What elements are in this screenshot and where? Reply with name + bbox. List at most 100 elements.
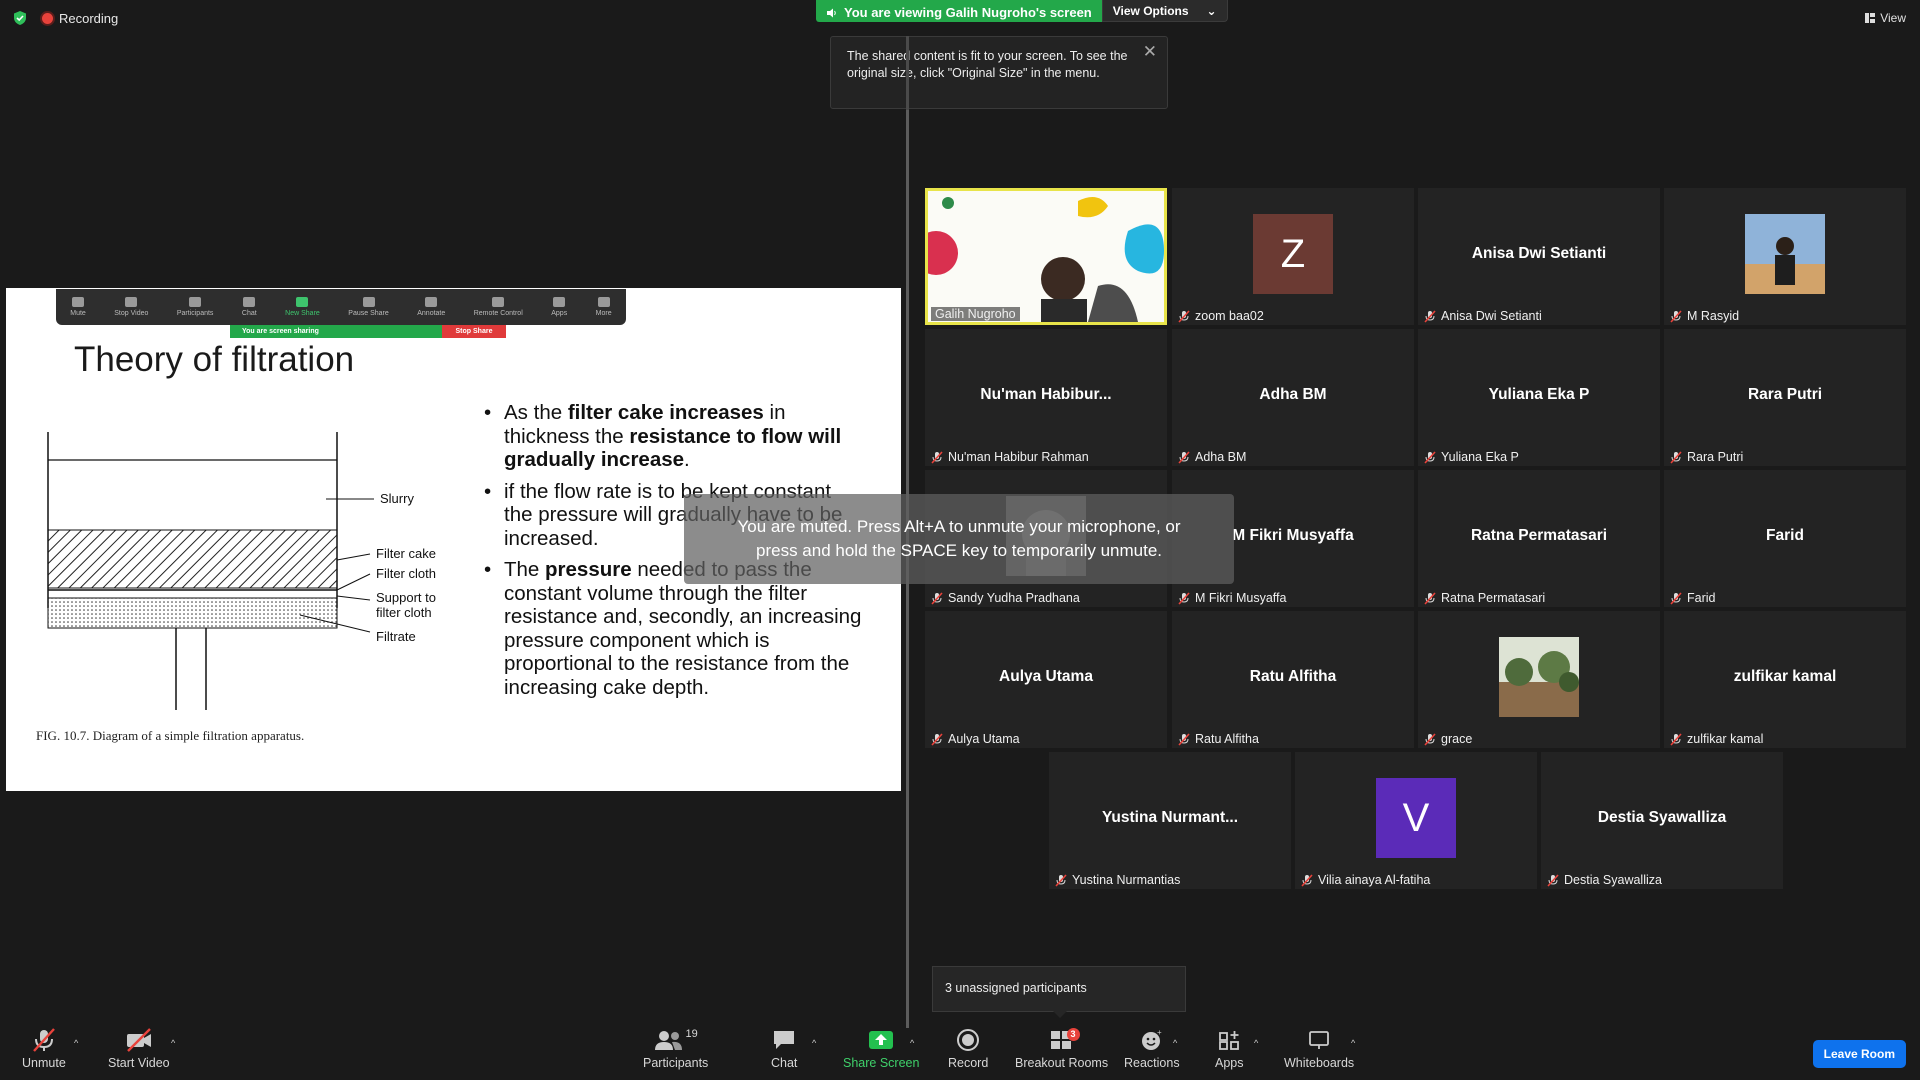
slurry-label: Slurry (380, 491, 414, 506)
mini-chat: Chat (242, 297, 257, 317)
mini-new-share: New Share (285, 297, 320, 317)
apps-button[interactable]: Apps (1215, 1028, 1244, 1070)
view-options-label: View Options (1112, 3, 1189, 18)
participant-tile[interactable]: Anisa Dwi Setianti Anisa Dwi Setianti (1418, 188, 1660, 325)
mic-muted-icon (1178, 732, 1190, 746)
splitter-top (906, 36, 909, 110)
participant-display-name: Aulya Utama (999, 668, 1093, 685)
mini-sharing-text: You are screen sharing (242, 328, 319, 335)
participant-tile[interactable]: Zzoom baa02 (1172, 188, 1414, 325)
mini-sharing-indicator: You are screen sharing (230, 325, 442, 338)
mini-label: Apps (551, 310, 568, 317)
apps-options-caret[interactable]: ^ (1254, 1038, 1258, 1048)
camera-icon (125, 297, 138, 307)
participant-name-label: Sandy Yudha Pradhana (931, 591, 1080, 605)
participant-tile[interactable]: Rara Putri Rara Putri (1664, 329, 1906, 466)
participant-name: Aulya Utama (948, 732, 1020, 746)
participant-tile[interactable]: Ratna Permatasari Ratna Permatasari (1418, 470, 1660, 607)
participant-tile[interactable]: Yuliana Eka P Yuliana Eka P (1418, 329, 1660, 466)
chat-icon (774, 1031, 795, 1049)
participant-tile[interactable]: Ratu Alfitha Ratu Alfitha (1172, 611, 1414, 748)
participants-label: Participants (643, 1056, 709, 1070)
mini-pause-share: Pause Share (348, 297, 389, 317)
mini-label: Participants (176, 310, 214, 317)
whiteboards-label: Whiteboards (1284, 1056, 1355, 1070)
unmute-label: Unmute (22, 1056, 66, 1070)
participant-tile[interactable]: Nu'man Habibur... Nu'man Habibur Rahman (925, 329, 1167, 466)
participant-name-label: zoom baa02 (1178, 309, 1264, 323)
filtrate-label: Filtrate (376, 629, 416, 644)
unassigned-participants-tooltip[interactable]: 3 unassigned participants (932, 966, 1186, 1018)
mic-muted-icon (1670, 591, 1682, 605)
svg-text:+: + (1157, 1028, 1162, 1037)
participant-name: zoom baa02 (1195, 309, 1264, 323)
mic-muted-icon (1055, 873, 1067, 887)
b3-text: The (504, 558, 546, 581)
figure-caption: FIG. 10.7. Diagram of a simple filtratio… (36, 728, 305, 743)
pause-icon (362, 297, 375, 307)
mini-label: Stop Video (114, 310, 149, 317)
recording-label: Recording (59, 10, 119, 26)
video-options-caret[interactable]: ^ (171, 1038, 175, 1048)
mic-muted-icon (33, 1028, 55, 1052)
record-button[interactable]: Record (948, 1028, 988, 1070)
share-screen-icon (869, 1031, 894, 1049)
participant-display-name: Ratu Alfitha (1249, 668, 1337, 685)
participant-tile[interactable]: grace (1418, 611, 1660, 748)
participant-tile[interactable]: Destia Syawalliza Destia Syawalliza (1541, 752, 1783, 889)
video-off-icon (126, 1028, 151, 1052)
participant-name: grace (1441, 732, 1473, 746)
breakout-rooms-button[interactable]: 3 Breakout Rooms (1015, 1028, 1108, 1070)
participant-display-name: Rara Putri (1747, 386, 1823, 403)
participant-tile[interactable]: M Rasyid (1664, 188, 1906, 325)
participant-name: Rara Putri (1687, 450, 1744, 464)
reactions-button[interactable]: + Reactions (1124, 1028, 1180, 1070)
participant-tile[interactable]: zulfikar kamal zulfikar kamal (1664, 611, 1906, 748)
mic-muted-icon (1670, 309, 1682, 323)
avatar: V (1376, 778, 1456, 858)
participant-name: Sandy Yudha Pradhana (948, 591, 1080, 605)
leave-room-button[interactable]: Leave Room (1812, 1040, 1906, 1068)
mic-muted-icon (1424, 450, 1436, 464)
close-icon[interactable]: ✕ (1143, 43, 1157, 60)
share-screen-label: Share Screen (843, 1056, 920, 1070)
share-screen-button[interactable]: Share Screen (843, 1028, 919, 1070)
participants-button[interactable]: 19 Participants (643, 1028, 708, 1070)
participant-name: Adha BM (1195, 450, 1247, 464)
view-options-button[interactable]: View Options ⌄ (1101, 0, 1228, 22)
participant-tile[interactable]: V Vilia ainaya Al-fatiha (1295, 752, 1537, 889)
view-bar: You are viewing Galih Nugroho's screen V… (816, 0, 1228, 22)
chat-button[interactable]: Chat (771, 1028, 797, 1070)
shield-icon[interactable] (12, 10, 28, 26)
audio-options-caret[interactable]: ^ (74, 1038, 78, 1048)
participant-name-label: Aulya Utama (931, 732, 1020, 746)
mic-muted-icon (1178, 591, 1190, 605)
muted-toast: You are muted. Press Alt+A to unmute you… (684, 494, 1234, 584)
recording-indicator[interactable]: Recording (42, 11, 118, 26)
share-icon (296, 297, 309, 307)
participant-tile[interactable]: Yustina Nurmant... Yustina Nurmantias (1049, 752, 1291, 889)
view-button[interactable]: View (1865, 11, 1906, 25)
mic-muted-icon (931, 450, 943, 464)
start-video-button[interactable]: Start Video (108, 1028, 170, 1070)
unmute-button[interactable]: Unmute (22, 1028, 66, 1070)
chat-options-caret[interactable]: ^ (812, 1038, 816, 1048)
participant-display-name: Ratna Permatasari (1470, 527, 1608, 544)
participant-tile[interactable]: Farid Farid (1664, 470, 1906, 607)
participant-tile[interactable]: Aulya Utama Aulya Utama (925, 611, 1167, 748)
share-options-caret[interactable]: ^ (910, 1038, 914, 1048)
whiteboards-options-caret[interactable]: ^ (1351, 1038, 1355, 1048)
whiteboards-button[interactable]: Whiteboards (1284, 1028, 1354, 1070)
start-video-label: Start Video (108, 1056, 170, 1070)
participants-count: 19 (685, 1028, 698, 1040)
mini-stop-share-label: Stop Share (455, 328, 493, 335)
participant-name: Destia Syawalliza (1564, 873, 1662, 887)
filtration-diagram: Slurry Filter cake Filter cloth Support … (47, 432, 436, 710)
top-left-status: Recording (12, 10, 118, 26)
profile-photo (1745, 214, 1825, 294)
apps-label: Apps (1215, 1056, 1244, 1070)
participant-tile[interactable]: Galih Nugroho (925, 188, 1167, 325)
participant-name-label: M Rasyid (1670, 309, 1739, 323)
reactions-options-caret[interactable]: ^ (1173, 1038, 1177, 1048)
participant-tile[interactable]: Adha BM Adha BM (1172, 329, 1414, 466)
